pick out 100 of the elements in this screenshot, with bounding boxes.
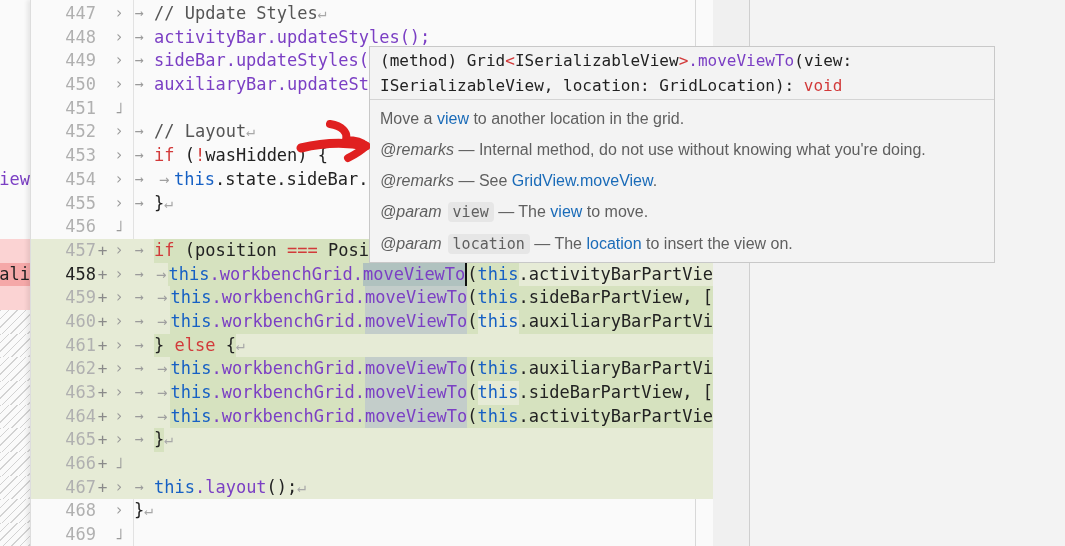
whitespace-marker: ˩ — [113, 524, 125, 546]
line-number: 459 — [64, 286, 96, 310]
whitespace-marker: → — [133, 429, 145, 451]
line-number: 465 — [64, 428, 96, 452]
method-signature: (method) Grid<ISerializableView>.moveViewTo(view: — [380, 50, 854, 72]
whitespace-marker: › — [113, 382, 125, 403]
whitespace-marker: → — [133, 287, 145, 309]
line-number: 454 — [64, 167, 96, 191]
code-token: .sideBarPartView, [ — [518, 286, 713, 310]
code-token: ! — [194, 144, 206, 168]
code-token: if — [154, 144, 175, 168]
code-token: (position — [174, 238, 288, 263]
code-token: .state.sideBar. — [214, 167, 369, 191]
doc-link[interactable]: view — [436, 110, 469, 127]
code-token: === — [287, 238, 318, 263]
code-token: .workbenchGrid. — [211, 286, 365, 310]
line-number: 457 — [64, 238, 96, 262]
line-number: 448 — [64, 25, 96, 49]
line-number: 468 — [64, 499, 96, 523]
whitespace-marker: › — [113, 121, 125, 143]
line-end-marker: ↵ — [317, 3, 327, 22]
whitespace-marker: › — [113, 429, 125, 451]
whitespace-marker: → — [133, 239, 145, 261]
tab-marker: → — [155, 262, 168, 286]
line-number: 452 — [64, 120, 96, 144]
code-token: ( — [183, 144, 195, 168]
line-number: 458 — [64, 262, 96, 286]
whitespace-marker: › — [113, 26, 125, 48]
line-number: 449 — [64, 49, 96, 73]
line-number: 453 — [64, 144, 96, 168]
whitespace-marker: › — [113, 476, 125, 498]
added-line-marker: + — [97, 310, 108, 333]
whitespace-marker: › — [113, 358, 125, 380]
added-line-marker: + — [97, 429, 108, 452]
whitespace-marker: → — [133, 26, 145, 48]
code-token: this — [477, 286, 519, 310]
whitespace-marker: › — [113, 263, 125, 285]
whitespace-marker: → — [133, 310, 145, 332]
code-token: ( — [467, 309, 478, 334]
added-line-marker: + — [97, 239, 108, 262]
whitespace-marker: ˩ — [113, 453, 125, 475]
added-line-marker: + — [97, 405, 108, 428]
code-token: moveViewTo — [364, 404, 468, 429]
tab-marker: → — [156, 381, 169, 404]
code-token: ali — [0, 262, 30, 286]
tab-marker: → — [156, 357, 169, 381]
line-number: 461 — [64, 333, 96, 357]
code-token: moveViewTo — [364, 381, 468, 405]
whitespace-marker: → — [133, 50, 145, 72]
code-token: this — [154, 475, 195, 499]
code-token: (); — [266, 475, 298, 499]
whitespace-marker: → — [133, 168, 145, 190]
code-token: { — [215, 333, 236, 358]
line-number: 466 — [64, 452, 96, 476]
code-token: this — [170, 357, 212, 381]
code-token: this — [174, 167, 215, 191]
code-token: ( — [467, 381, 478, 405]
whitespace-marker: › — [113, 287, 125, 309]
code-token: activityBar.updateStyles(); — [154, 25, 431, 49]
doc-link[interactable]: GridView.moveView — [511, 172, 653, 189]
line-number: 456 — [64, 215, 96, 239]
whitespace-marker: → — [133, 382, 145, 403]
added-line-marker: + — [97, 334, 108, 357]
whitespace-marker: › — [113, 50, 125, 72]
whitespace-marker: › — [113, 239, 125, 261]
tab-marker: → — [156, 286, 169, 310]
whitespace-marker: → — [133, 3, 145, 24]
tab-marker: → — [157, 167, 171, 191]
whitespace-marker: › — [113, 500, 125, 522]
code-token: this — [168, 262, 210, 287]
code-token: moveViewTo — [364, 286, 468, 310]
doc-link[interactable]: view — [550, 203, 583, 220]
line-number: 462 — [64, 357, 96, 381]
doc-paragraph: @param location — The location to insert the view on. — [380, 233, 794, 256]
code-token: } — [154, 191, 165, 215]
line-number: 447 — [64, 2, 96, 25]
code-token: sideBar.updateStyles( — [154, 49, 369, 73]
code-token: } — [154, 428, 165, 453]
doc-link[interactable]: location — [586, 235, 642, 252]
line-number: 463 — [64, 381, 96, 404]
code-token: this — [477, 309, 519, 333]
whitespace-marker: → — [133, 405, 145, 427]
whitespace-marker: › — [113, 310, 125, 332]
code-token: this — [170, 309, 212, 334]
code-token: .workbenchGrid. — [211, 357, 365, 381]
method-signature: ISerializableView, location: GridLocation): void — [380, 75, 844, 97]
line-number: 469 — [64, 523, 96, 546]
line-end-marker: ↵ — [297, 476, 307, 498]
code-token: auxiliaryBar.updateSt — [154, 73, 369, 97]
code-token: moveViewTo — [364, 357, 468, 381]
whitespace-marker: → — [133, 74, 145, 96]
code-token: ( — [467, 357, 478, 381]
code-token: this — [477, 357, 519, 381]
added-line-marker: + — [97, 382, 108, 404]
whitespace-marker: ˩ — [113, 97, 125, 119]
doc-paragraph: @param view — The view to move. — [380, 201, 650, 224]
code-token: // Layout — [154, 120, 247, 144]
whitespace-marker: › — [113, 145, 125, 167]
whitespace-marker: › — [113, 3, 125, 24]
doc-paragraph: Move a view to another location in the grid. — [380, 109, 686, 129]
